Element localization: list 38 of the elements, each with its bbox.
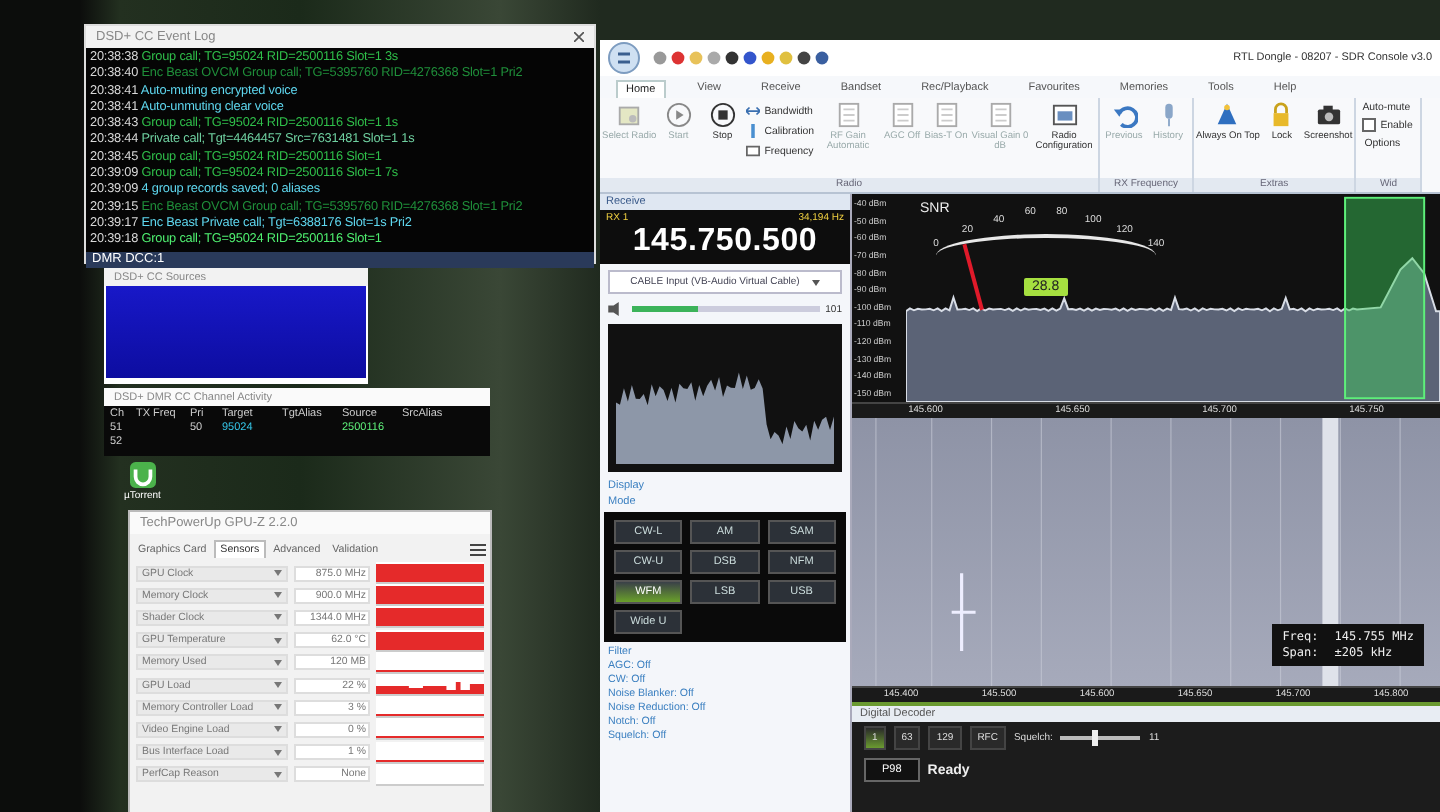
stop-icon [709, 102, 736, 128]
sensor-graph [376, 651, 484, 674]
caret-icon [811, 279, 820, 285]
menu-icon[interactable] [470, 543, 486, 555]
app-menu-icon[interactable] [608, 42, 640, 74]
ruler-icon [746, 124, 761, 138]
pin-icon [1214, 102, 1241, 128]
caret-icon [274, 614, 282, 621]
quick-access-toolbar-icon[interactable] [652, 50, 832, 66]
caret-icon [274, 771, 282, 778]
frequency-readout[interactable]: 145.750.500 [606, 224, 844, 260]
volume-slider[interactable] [632, 306, 820, 312]
caret-icon [274, 570, 282, 577]
caret-icon [274, 726, 282, 733]
sensor-graph [376, 584, 484, 607]
sensor-graph [376, 696, 484, 719]
camera-icon [1315, 102, 1342, 128]
sensor-graph [376, 629, 484, 652]
caret-icon [274, 659, 282, 666]
caret-icon [274, 592, 282, 599]
sensor-graph [376, 718, 484, 741]
caret-icon [274, 682, 282, 689]
sensor-graph [376, 674, 484, 697]
close-icon[interactable] [574, 32, 584, 42]
sensor-graph [376, 741, 484, 764]
radio-icon [616, 102, 643, 128]
app-icon[interactable] [129, 462, 156, 488]
sensor-graph [376, 606, 484, 629]
caret-icon [274, 637, 282, 644]
cross-mark [950, 571, 978, 653]
rectangle-icon [746, 144, 761, 158]
sensor-graph [376, 562, 484, 585]
sensor-graph [376, 763, 484, 786]
caret-icon [274, 749, 282, 756]
undo-icon [1111, 102, 1138, 128]
arrows-icon [746, 104, 761, 118]
play-icon [665, 102, 692, 128]
caret-icon [274, 704, 282, 711]
